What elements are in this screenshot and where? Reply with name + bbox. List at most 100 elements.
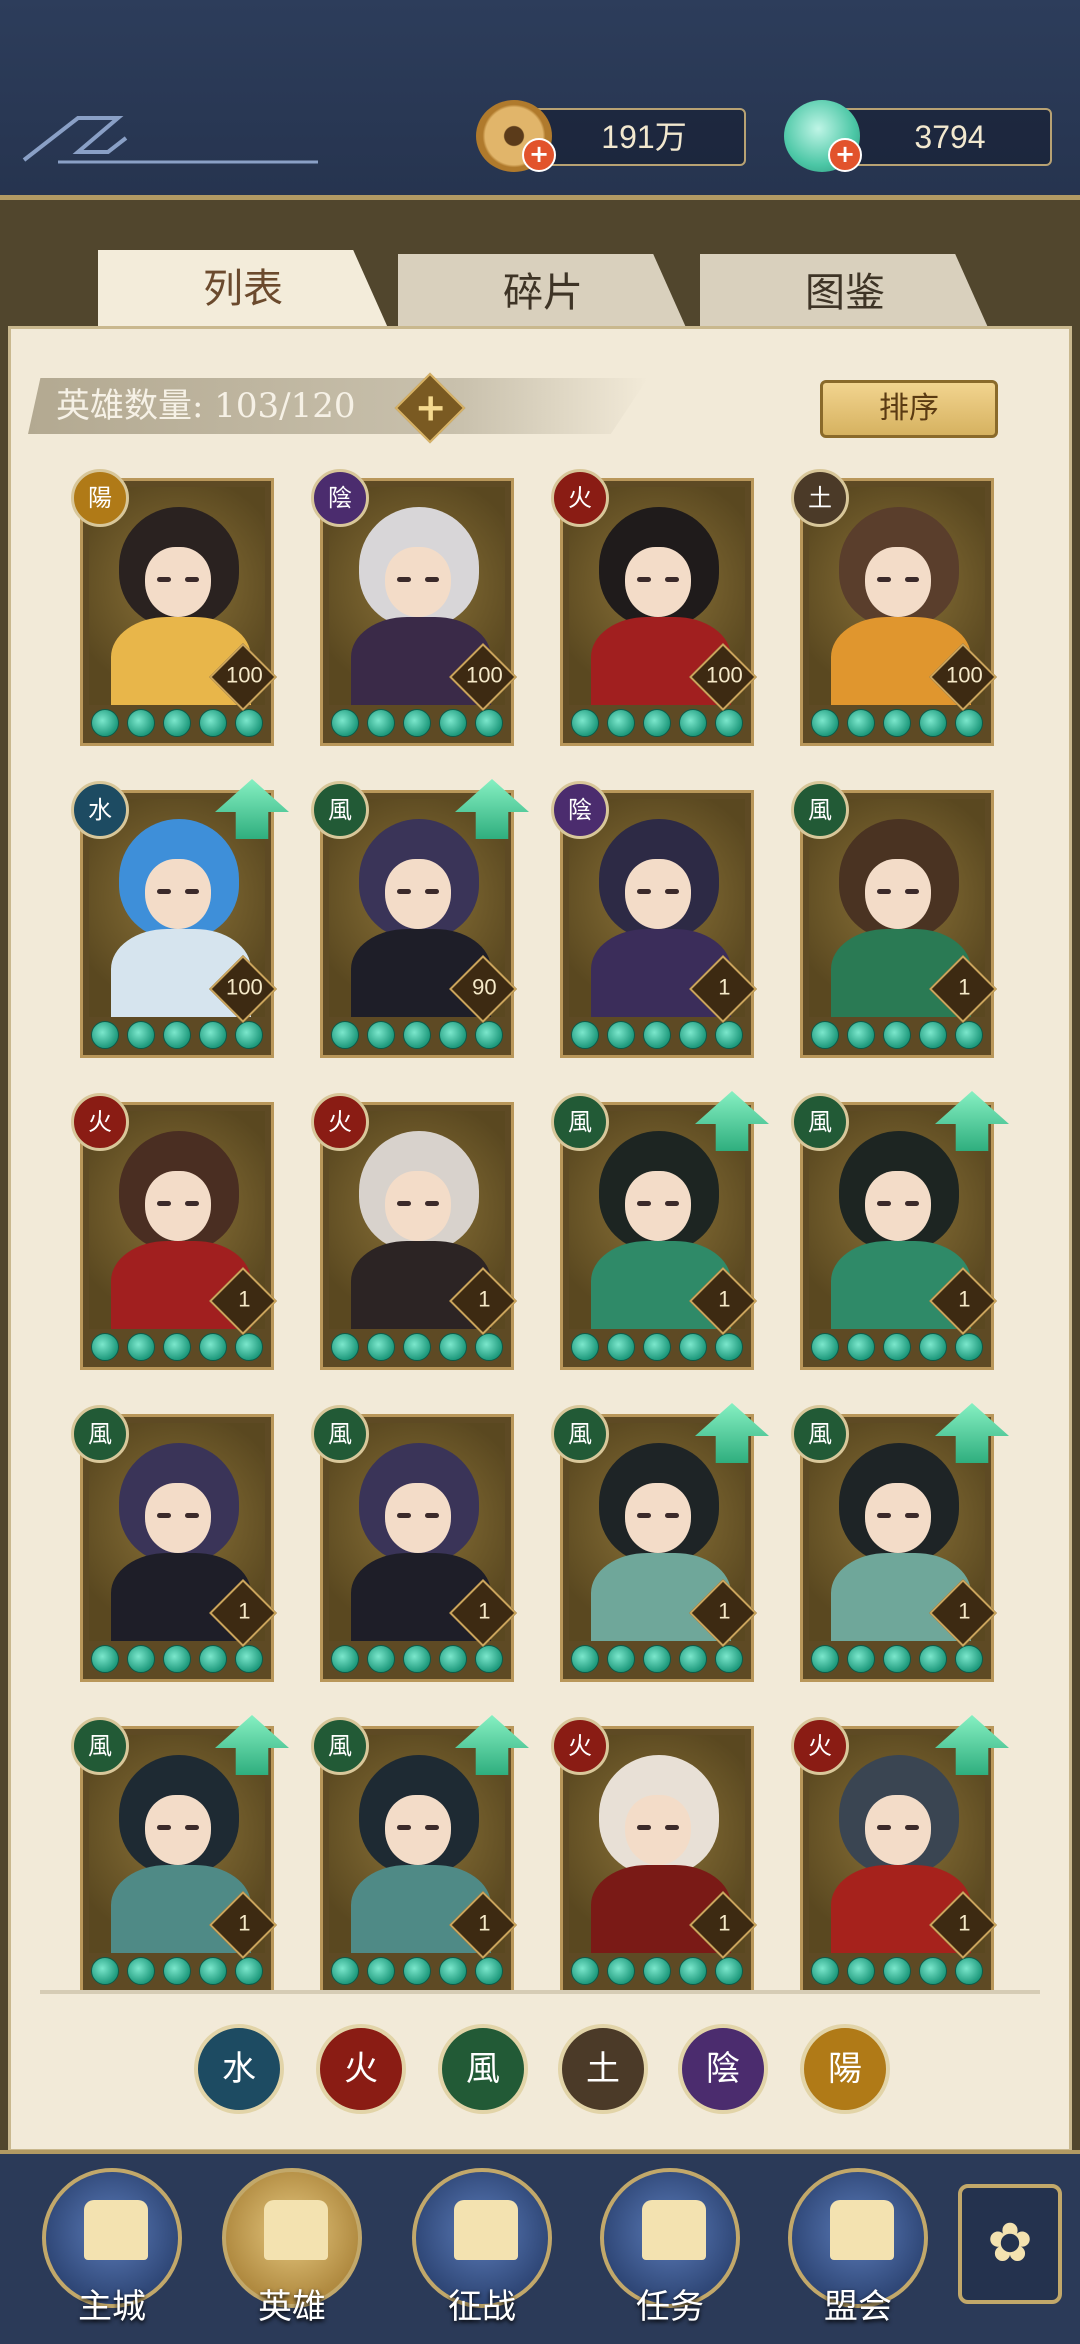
hero-card[interactable]: 1陰 [551, 781, 757, 1058]
nav-heroes[interactable]: 英雄 [222, 2168, 362, 2328]
add-jade-button[interactable]: + [828, 138, 862, 172]
tab-fragments[interactable]: 碎片 [398, 254, 688, 332]
filter-yang-button[interactable]: 陽 [800, 2024, 890, 2114]
sort-button[interactable]: 排序 [820, 380, 998, 438]
jade-bead-icon [91, 1645, 119, 1673]
star-beads [331, 1021, 503, 1049]
jade-bead-icon [199, 1957, 227, 1985]
star-beads [331, 1333, 503, 1361]
hero-level: 100 [226, 974, 263, 1000]
jade-bead-icon [607, 1021, 635, 1049]
filter-earth-button[interactable]: 土 [558, 2024, 648, 2114]
tab-codex[interactable]: 图鉴 [700, 254, 990, 332]
hero-card[interactable]: 1火 [551, 1717, 757, 1994]
jade-bead-icon [91, 1021, 119, 1049]
hero-card[interactable]: 100 水 [71, 779, 289, 1058]
star-beads [571, 709, 743, 737]
jade-bead-icon [199, 709, 227, 737]
jade-bead-icon [955, 709, 983, 737]
hero-card[interactable]: 1風 [311, 1715, 529, 1994]
hero-level: 1 [958, 1910, 971, 1936]
jade-bead-icon [847, 709, 875, 737]
element-wind-icon: 風 [791, 1093, 849, 1151]
jade-bead-icon [475, 1957, 503, 1985]
hero-card[interactable]: 100 陰 [311, 469, 517, 746]
jade-bead-icon [919, 1957, 947, 1985]
jade-bead-icon [643, 1333, 671, 1361]
hero-level: 1 [478, 1598, 491, 1624]
hero-card[interactable]: 1風 [551, 1403, 769, 1682]
jade-bead-icon [883, 1957, 911, 1985]
nav-label: 盟会 [824, 2287, 892, 2327]
nav-quests[interactable]: 任务 [600, 2168, 740, 2328]
star-beads [811, 1645, 983, 1673]
jade-bead-icon [643, 1957, 671, 1985]
jade-bead-icon [883, 1645, 911, 1673]
jade-bead-icon [331, 1957, 359, 1985]
star-beads [331, 1645, 503, 1673]
hero-card[interactable]: 1風 [791, 1091, 1009, 1370]
hero-card[interactable]: 100 陽 [71, 469, 277, 746]
jade-bead-icon [811, 1645, 839, 1673]
jade-bead-icon [811, 1021, 839, 1049]
tab-list[interactable]: 列表 [98, 250, 388, 328]
jade-bead-icon [163, 709, 191, 737]
nav-campaign[interactable]: 征战 [412, 2168, 552, 2328]
jade-bead-icon [715, 1021, 743, 1049]
element-wind-icon: 風 [551, 1093, 609, 1151]
hero-level: 100 [706, 662, 743, 688]
jade-bead-icon [475, 709, 503, 737]
element-yin-icon: 陰 [311, 469, 369, 527]
jade-bead-icon [883, 1333, 911, 1361]
hero-card[interactable]: 1火 [71, 1093, 277, 1370]
jade-bead-icon [847, 1333, 875, 1361]
star-beads [91, 709, 263, 737]
hero-card[interactable]: 1風 [791, 781, 997, 1058]
jade-bead-icon [919, 1333, 947, 1361]
nav-alliance[interactable]: 盟会 [788, 2168, 928, 2328]
jade-bead-icon [679, 1957, 707, 1985]
hero-level: 1 [478, 1910, 491, 1936]
hero-level: 1 [958, 1286, 971, 1312]
jade-bead-icon [235, 709, 263, 737]
hero-card[interactable]: 1風 [311, 1405, 517, 1682]
hero-card[interactable]: 1風 [551, 1091, 769, 1370]
star-beads [91, 1957, 263, 1985]
add-coins-button[interactable]: + [522, 138, 556, 172]
star-beads [91, 1021, 263, 1049]
hero-level: 90 [472, 974, 497, 1000]
filter-wind-button[interactable]: 風 [438, 2024, 528, 2114]
hero-card[interactable]: 1風 [71, 1405, 277, 1682]
clover-menu-icon[interactable]: ✿ [958, 2184, 1062, 2304]
hero-level: 1 [238, 1598, 251, 1624]
filter-fire-button[interactable]: 火 [316, 2024, 406, 2114]
jade-bead-icon [403, 1333, 431, 1361]
nav-main-city[interactable]: 主城 [42, 2168, 182, 2328]
jade-bead-icon [679, 1645, 707, 1673]
hero-card[interactable]: 100 火 [551, 469, 757, 746]
jade-bead-icon [715, 1957, 743, 1985]
hero-level: 1 [238, 1286, 251, 1312]
jade-bead-icon [883, 1021, 911, 1049]
hero-level: 1 [718, 1910, 731, 1936]
jade-bead-icon [811, 1333, 839, 1361]
hero-card[interactable]: 1風 [71, 1715, 289, 1994]
jade-bead-icon [127, 1333, 155, 1361]
jade-bead-icon [715, 709, 743, 737]
filter-water-button[interactable]: 水 [194, 2024, 284, 2114]
star-beads [571, 1021, 743, 1049]
hero-card[interactable]: 1風 [791, 1403, 1009, 1682]
hero-card[interactable]: 100 土 [791, 469, 997, 746]
hero-card[interactable]: 90 風 [311, 779, 529, 1058]
element-fire-icon: 火 [551, 1717, 609, 1775]
jade-bead-icon [439, 1645, 467, 1673]
jade-bead-icon [955, 1021, 983, 1049]
filter-yin-button[interactable]: 陰 [678, 2024, 768, 2114]
jade-bead-icon [439, 1333, 467, 1361]
element-wind-icon: 風 [311, 781, 369, 839]
divider [40, 1990, 1040, 1994]
hero-card[interactable]: 1火 [311, 1093, 517, 1370]
element-wind-icon: 風 [311, 1405, 369, 1463]
jade-bead-icon [331, 709, 359, 737]
hero-card[interactable]: 1火 [791, 1715, 1009, 1994]
